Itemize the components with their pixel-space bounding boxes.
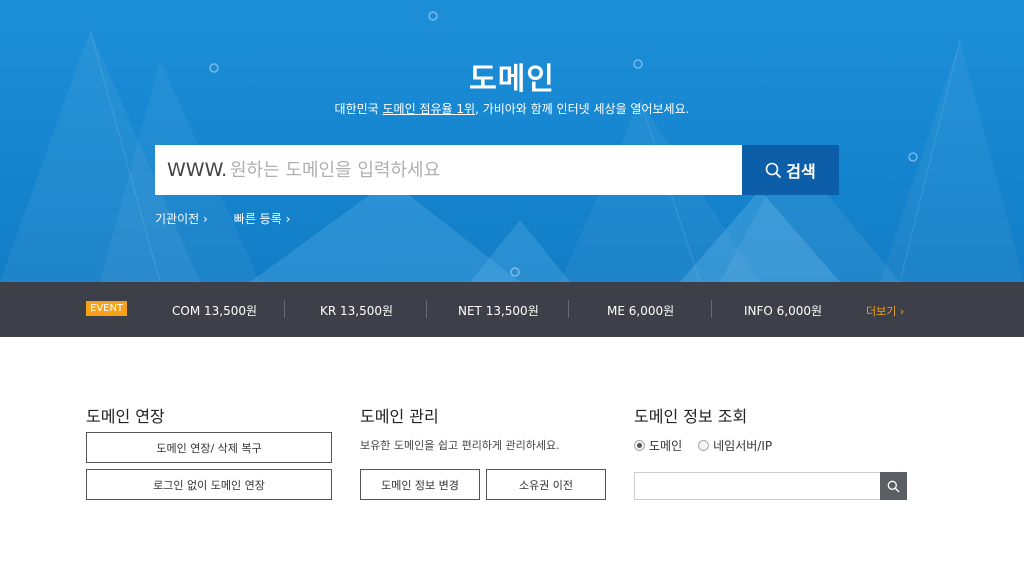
event-badge: EVENT [86, 301, 128, 316]
lookup-type-radio-group: 도메인 네임서버/IP [634, 437, 788, 454]
www-prefix: WWW. [167, 159, 228, 181]
radio-domain-label: 도메인 [649, 439, 683, 453]
more-prices-link[interactable]: 더보기 › [866, 303, 904, 319]
search-button-label: 검색 [786, 162, 816, 181]
lookup-search-button[interactable] [880, 472, 907, 500]
radio-nameserver-ip[interactable] [698, 440, 710, 451]
transfer-link[interactable]: 기관이전 › [155, 210, 208, 227]
renew-restore-button[interactable]: 도메인 연장/ 삭제 복구 [86, 432, 332, 463]
price-divider [568, 300, 569, 318]
price-divider [711, 300, 712, 318]
radio-nameserver-label: 네임서버/IP [713, 439, 773, 453]
price-divider [426, 300, 427, 318]
change-domain-info-button[interactable]: 도메인 정보 변경 [360, 469, 480, 500]
domain-search-button[interactable]: 검색 [742, 145, 839, 195]
hero-subtitle: 대한민국 도메인 점유율 1위, 가비아와 함께 인터넷 세상을 열어보세요. [0, 100, 1024, 117]
hero-banner: 도메인 대한민국 도메인 점유율 1위, 가비아와 함께 인터넷 세상을 열어보… [0, 0, 1024, 282]
page-title: 도메인 [469, 62, 555, 97]
manage-section-title: 도메인 관리 [360, 407, 439, 426]
price-divider [284, 300, 285, 318]
lookup-input[interactable] [634, 472, 880, 500]
hero-background-graphic [0, 11, 1024, 282]
price-item-com: COM 13,500원 [172, 304, 258, 318]
manage-description: 보유한 도메인을 쉽고 편리하게 관리하세요. [360, 439, 560, 452]
subtitle-suffix: , 가비아와 함께 인터넷 세상을 열어보세요. [475, 102, 690, 116]
transfer-ownership-button[interactable]: 소유권 이전 [486, 469, 606, 500]
renew-section-title: 도메인 연장 [86, 407, 165, 426]
price-item-net: NET 13,500원 [458, 304, 539, 318]
price-item-me: ME 6,000원 [607, 304, 675, 318]
hero-quick-links: 기관이전 › 빠른 등록 › [155, 210, 290, 227]
subtitle-prefix: 대한민국 [334, 102, 383, 116]
radio-domain[interactable] [634, 440, 645, 451]
quick-register-link[interactable]: 빠른 등록 › [234, 210, 291, 227]
market-share-link[interactable]: 도메인 점유율 1위 [383, 102, 476, 116]
search-icon [765, 162, 782, 178]
renew-without-login-button[interactable]: 로그인 없이 도메인 연장 [86, 469, 332, 500]
price-item-info: INFO 6,000원 [744, 304, 823, 318]
price-bar: EVENT COM 13,500원 KR 13,500원 NET 13,500원… [0, 282, 1024, 337]
domain-search-box: WWW. [155, 145, 742, 195]
lookup-section-title: 도메인 정보 조회 [634, 407, 748, 426]
price-item-kr: KR 13,500원 [320, 304, 394, 318]
search-icon [887, 480, 900, 492]
domain-search-input[interactable] [230, 150, 720, 190]
